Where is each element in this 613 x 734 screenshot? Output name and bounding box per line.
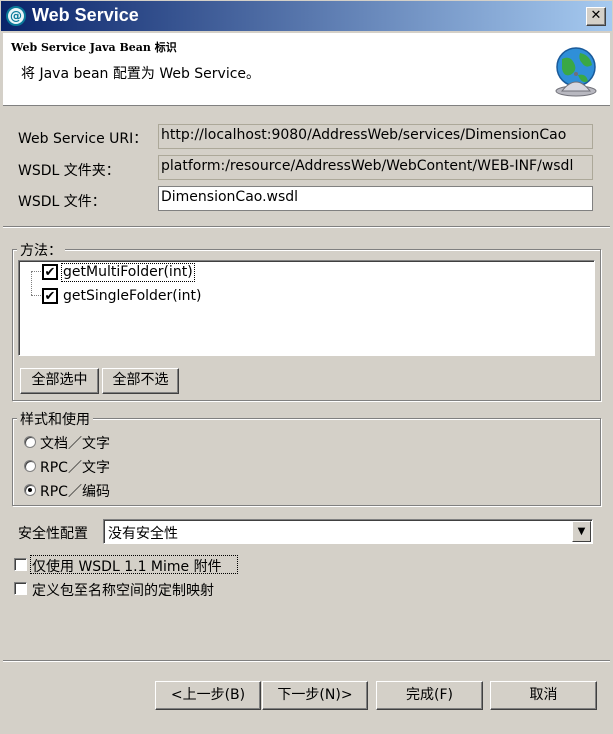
methods-list[interactable]: ✔ getMultiFolder(int) ✔ getSingleFolder(… [18, 260, 595, 356]
security-value: 没有安全性 [108, 526, 178, 542]
window-title: Web Service [32, 5, 139, 25]
app-icon: @ [6, 6, 26, 26]
finish-button[interactable]: 完成(F) [376, 681, 483, 710]
style-group-title: 样式和使用 [17, 409, 93, 429]
uri-label: Web Service URI： [18, 131, 148, 147]
next-button[interactable]: 下一步(N)> [262, 681, 368, 710]
style-radio-document-literal[interactable] [24, 436, 36, 448]
method-label-2[interactable]: getSingleFolder(int) [63, 288, 201, 304]
banner-description: 将 Java bean 配置为 Web Service。 [21, 66, 261, 82]
security-label: 安全性配置 [18, 526, 88, 542]
banner-title: Web Service Java Bean 标识 [11, 41, 177, 54]
tree-connector [31, 295, 41, 296]
separator [3, 226, 610, 228]
style-radio-rpc-literal[interactable] [24, 460, 36, 472]
security-select[interactable]: 没有安全性 ▼ [103, 519, 593, 544]
custom-mapping-label[interactable]: 定义包至名称空间的定制映射 [32, 580, 214, 600]
tree-connector [31, 271, 32, 295]
method-checkbox-2[interactable]: ✔ [42, 288, 58, 304]
wsdl-folder-field: platform:/resource/AddressWeb/WebContent… [158, 155, 593, 180]
tree-connector [31, 271, 41, 272]
back-button[interactable]: <上一步(B) [155, 681, 261, 710]
chevron-down-icon[interactable]: ▼ [572, 521, 591, 542]
close-button[interactable]: ✕ [586, 7, 606, 26]
methods-group-title: 方法： [17, 240, 65, 260]
style-option-rpc-encoded[interactable]: RPC／编码 [40, 481, 110, 501]
select-all-button[interactable]: 全部选中 [20, 368, 99, 394]
deselect-all-button[interactable]: 全部不选 [102, 368, 179, 394]
method-label-1[interactable]: getMultiFolder(int) [63, 264, 193, 280]
separator [3, 660, 610, 662]
cancel-button[interactable]: 取消 [490, 681, 597, 710]
wsdl-folder-label: WSDL 文件夹： [18, 163, 120, 179]
style-option-document-literal[interactable]: 文档／文字 [40, 433, 110, 453]
style-option-rpc-literal[interactable]: RPC／文字 [40, 457, 110, 477]
mime-only-label[interactable]: 仅使用 WSDL 1.1 Mime 附件 [32, 556, 222, 576]
wsdl-file-label: WSDL 文件： [18, 194, 106, 210]
title-bar[interactable]: @ Web Service ✕ [0, 0, 613, 32]
wizard-banner: Web Service Java Bean 标识 将 Java bean 配置为… [3, 33, 610, 106]
method-checkbox-1[interactable]: ✔ [42, 264, 58, 280]
style-radio-rpc-encoded[interactable] [24, 484, 36, 496]
custom-mapping-checkbox[interactable] [14, 582, 27, 595]
uri-field: http://localhost:9080/AddressWeb/service… [158, 124, 593, 149]
globe-icon [555, 47, 597, 97]
mime-only-checkbox[interactable] [14, 558, 27, 571]
wsdl-file-input[interactable]: DimensionCao.wsdl [158, 186, 593, 211]
